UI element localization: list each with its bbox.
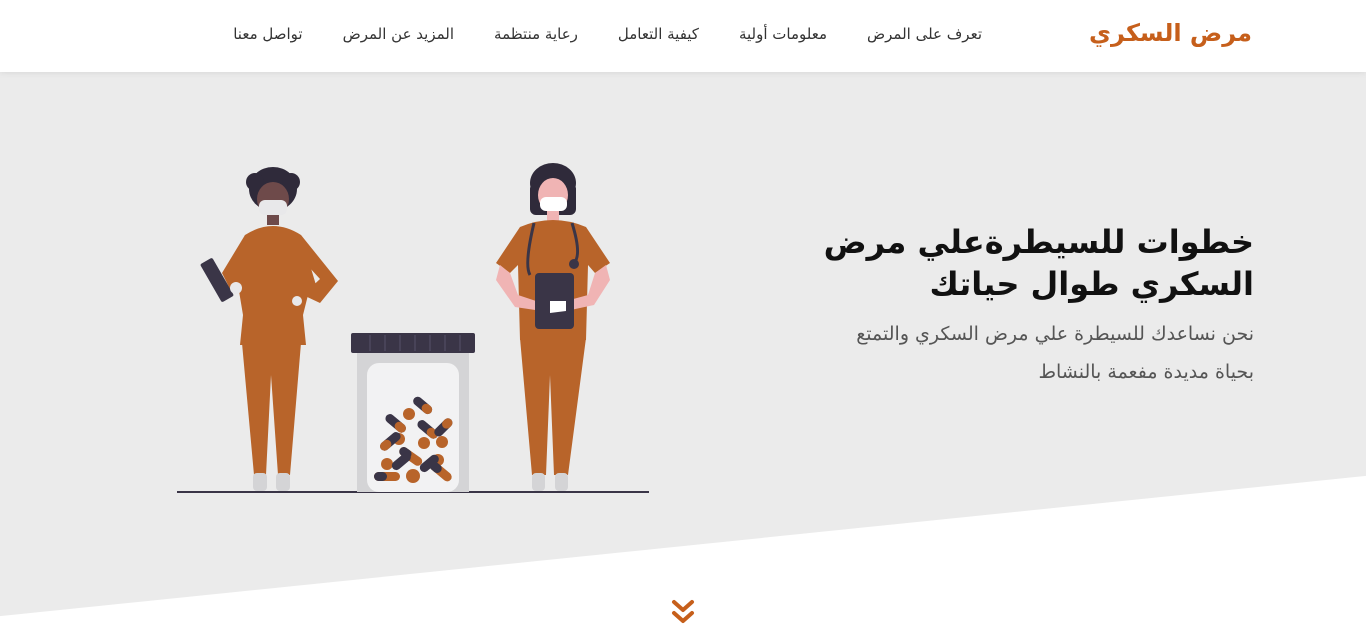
nav-item: المزيد عن المرض xyxy=(343,24,454,43)
nav-item: كيفية التعامل xyxy=(618,24,699,43)
hero-subtitle-line-2: بحياة مديدة مفعمة بالنشاط xyxy=(1038,361,1254,383)
nav-link-more-about[interactable]: المزيد عن المرض xyxy=(343,25,454,43)
nav-item: معلومات أولية xyxy=(739,24,827,43)
double-chevron-down-icon xyxy=(672,600,694,623)
nav-menu: تعرف على المرض معلومات أولية كيفية التعا… xyxy=(233,24,982,43)
hero-title-line-1: خطوات للسيطرةعلي مرض xyxy=(823,223,1254,261)
doctor-left-figure xyxy=(200,167,338,491)
scroll-down-button[interactable] xyxy=(670,598,696,628)
hero-title-line-2: السكري طوال حياتك xyxy=(929,265,1254,303)
nav-link-basic-info[interactable]: معلومات أولية xyxy=(739,25,827,43)
doctors-and-pills-illustration-icon xyxy=(177,163,649,493)
hero-text: خطوات للسيطرةعلي مرض السكري طوال حياتك ن… xyxy=(774,221,1254,391)
nav-link-regular-care[interactable]: رعاية منتظمة xyxy=(494,25,578,43)
hero-illustration xyxy=(170,155,660,505)
pill-jar-icon xyxy=(351,333,475,492)
doctor-right-figure xyxy=(496,163,610,491)
nav-link-contact[interactable]: تواصل معنا xyxy=(233,25,302,43)
hero-subtitle-line-1: نحن نساعدك للسيطرة علي مرض السكري والتمت… xyxy=(856,323,1254,345)
navbar: مرض السكري تعرف على المرض معلومات أولية … xyxy=(0,0,1366,72)
nav-item: تواصل معنا xyxy=(233,24,302,43)
nav-item: تعرف على المرض xyxy=(867,24,982,43)
nav-link-how-to-cope[interactable]: كيفية التعامل xyxy=(618,25,699,43)
nav-item: رعاية منتظمة xyxy=(494,24,578,43)
hero-subtitle: نحن نساعدك للسيطرة علي مرض السكري والتمت… xyxy=(774,315,1254,391)
brand-logo[interactable]: مرض السكري xyxy=(1089,19,1252,47)
nav-link-about-disease[interactable]: تعرف على المرض xyxy=(867,25,982,43)
hero-title: خطوات للسيطرةعلي مرض السكري طوال حياتك xyxy=(774,221,1254,305)
